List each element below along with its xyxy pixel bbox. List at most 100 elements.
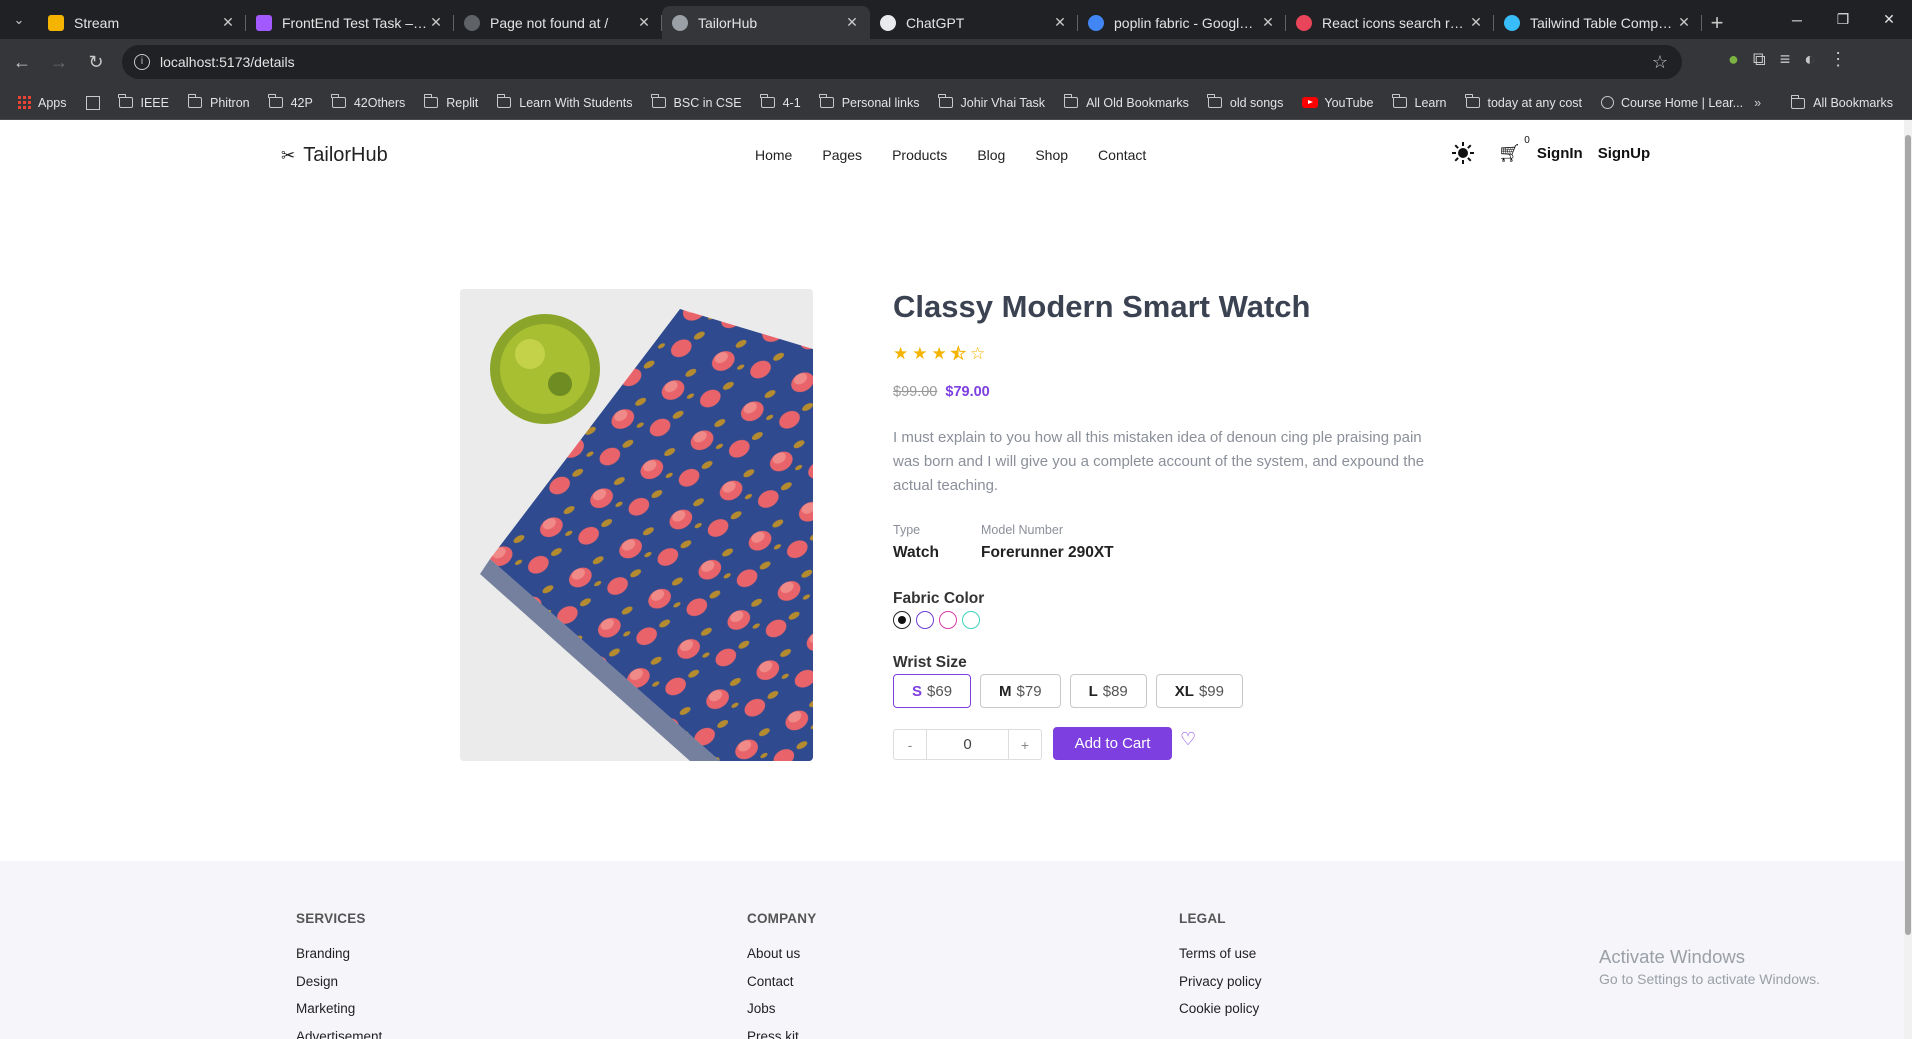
- browser-tab[interactable]: ChatGPT ✕: [870, 6, 1078, 39]
- menu-item-pages[interactable]: Pages: [822, 147, 862, 163]
- browser-tab[interactable]: Page not found at / ✕: [454, 6, 662, 39]
- color-swatch[interactable]: [962, 611, 980, 629]
- quantity-input[interactable]: 0: [927, 730, 1009, 759]
- footer-link[interactable]: Jobs: [747, 1001, 816, 1016]
- browser-tab[interactable]: Tailwind Table Componen ✕: [1494, 6, 1702, 39]
- footer-link[interactable]: Press kit: [747, 1029, 816, 1039]
- site-logo[interactable]: ✂ TailorHub: [281, 144, 388, 167]
- footer-link[interactable]: Advertisement: [296, 1029, 382, 1039]
- forward-icon[interactable]: →: [44, 48, 74, 78]
- browser-tab[interactable]: Stream ✕: [38, 6, 246, 39]
- footer-company: COMPANY About us Contact Jobs Press kit: [747, 911, 816, 1039]
- color-swatch[interactable]: [893, 611, 911, 629]
- bookmarks-overflow: » All Bookmarks: [1744, 86, 1912, 119]
- puzzle-icon[interactable]: ⧉: [1753, 49, 1766, 70]
- folder-icon: [118, 94, 133, 108]
- site-info-icon[interactable]: i: [134, 54, 150, 70]
- close-icon[interactable]: ✕: [1468, 14, 1484, 31]
- signup-link[interactable]: SignUp: [1598, 145, 1651, 162]
- extension-icon[interactable]: ●: [1728, 49, 1739, 70]
- menu-item-products[interactable]: Products: [892, 147, 947, 163]
- minimize-icon[interactable]: ─: [1774, 0, 1820, 39]
- close-icon[interactable]: ✕: [844, 14, 860, 31]
- menu-item-blog[interactable]: Blog: [977, 147, 1005, 163]
- size-option-l[interactable]: L $89: [1069, 674, 1147, 708]
- signin-link[interactable]: SignIn: [1537, 145, 1583, 162]
- browser-tab[interactable]: React icons search results✕: [1286, 6, 1494, 39]
- heart-icon[interactable]: ♡: [1180, 729, 1196, 750]
- browser-tab-strip: ⌄ Stream✕ FrontEnd Test Task – Figm✕ Pag…: [0, 0, 1912, 39]
- browser-tab[interactable]: FrontEnd Test Task – Figm✕: [246, 6, 454, 39]
- bookmark-item[interactable]: 42P: [268, 94, 313, 110]
- bookmark-item[interactable]: 4-1: [760, 94, 801, 110]
- color-swatch[interactable]: [939, 611, 957, 629]
- bookmark-item[interactable]: 42Others: [331, 94, 405, 110]
- cart-button[interactable]: 🛒︎ 0: [1498, 135, 1530, 164]
- close-icon[interactable]: ✕: [1676, 14, 1692, 31]
- add-to-cart-button[interactable]: Add to Cart: [1053, 727, 1172, 760]
- menu-item-contact[interactable]: Contact: [1098, 147, 1146, 163]
- footer-link[interactable]: Privacy policy: [1179, 974, 1262, 989]
- url-input[interactable]: i localhost:5173/details ☆: [122, 45, 1682, 79]
- tab-favicon: [880, 14, 896, 31]
- all-bookmarks-folder[interactable]: All Bookmarks: [1790, 94, 1893, 110]
- model-value: Forerunner 290XT: [981, 544, 1114, 561]
- bookmark-item[interactable]: Learn With Students: [496, 94, 633, 110]
- bookmark-item[interactable]: today at any cost: [1465, 94, 1582, 110]
- size-option-s[interactable]: S $69: [893, 674, 972, 708]
- footer-link[interactable]: About us: [747, 946, 816, 961]
- footer-link[interactable]: Cookie policy: [1179, 1001, 1262, 1016]
- footer-link[interactable]: Branding: [296, 946, 382, 961]
- bookmark-item[interactable]: Replit: [423, 94, 478, 110]
- bookmark-item[interactable]: All Old Bookmarks: [1063, 94, 1189, 110]
- tab-title: Tailwind Table Componen: [1530, 14, 1676, 31]
- bookmark-item[interactable]: old songs: [1207, 94, 1283, 110]
- media-icon[interactable]: ≡: [1780, 49, 1791, 70]
- color-swatch[interactable]: [916, 611, 934, 629]
- bookmark-apps[interactable]: Apps: [18, 96, 67, 110]
- menu-item-shop[interactable]: Shop: [1035, 147, 1068, 163]
- tab-search-button[interactable]: ⌄: [0, 0, 38, 39]
- profile-icon[interactable]: ◐: [1804, 49, 1815, 70]
- bookmark-item[interactable]: Learn: [1392, 94, 1447, 110]
- chevron-right-icon[interactable]: »: [1754, 96, 1761, 110]
- bookmark-item[interactable]: Phitron: [187, 94, 250, 110]
- scrollbar-thumb[interactable]: [1905, 135, 1911, 935]
- close-icon[interactable]: ✕: [220, 14, 236, 31]
- footer-link[interactable]: Contact: [747, 974, 816, 989]
- bookmark-item[interactable]: Personal links: [819, 94, 920, 110]
- browser-tab-active[interactable]: TailorHub ✕: [662, 6, 870, 39]
- increase-button[interactable]: +: [1009, 730, 1041, 759]
- reload-icon[interactable]: ↻: [81, 48, 111, 78]
- footer-link[interactable]: Design: [296, 974, 382, 989]
- bookmark-item[interactable]: Johir Vhai Task: [938, 94, 1045, 110]
- theme-toggle-sun-icon[interactable]: [1452, 142, 1474, 164]
- fabric-color-label: Fabric Color: [893, 590, 985, 607]
- size-option-xl[interactable]: XL $99: [1155, 674, 1243, 708]
- close-window-icon[interactable]: ✕: [1866, 0, 1912, 39]
- footer-link[interactable]: Terms of use: [1179, 946, 1262, 961]
- size-option-m[interactable]: M $79: [980, 674, 1061, 708]
- bookmark-item[interactable]: IEEE: [118, 94, 169, 110]
- close-icon[interactable]: ✕: [428, 14, 444, 31]
- folder-icon: [1465, 94, 1480, 108]
- browser-tab[interactable]: poplin fabric - Google Sea ✕: [1078, 6, 1286, 39]
- menu-icon[interactable]: ⋮: [1829, 49, 1847, 70]
- menu-item-home[interactable]: Home: [755, 147, 792, 163]
- decrease-button[interactable]: -: [894, 730, 927, 759]
- page-scrollbar[interactable]: [1904, 120, 1912, 1039]
- footer-link[interactable]: Marketing: [296, 1001, 382, 1016]
- close-icon[interactable]: ✕: [636, 14, 652, 31]
- close-icon[interactable]: ✕: [1052, 14, 1068, 31]
- back-icon[interactable]: ←: [7, 48, 37, 78]
- bookmark-item[interactable]: YouTube: [1302, 96, 1374, 110]
- close-icon[interactable]: ✕: [1260, 14, 1276, 31]
- tab-groups-icon[interactable]: [85, 95, 100, 110]
- bookmark-item[interactable]: BSC in CSE: [651, 94, 742, 110]
- folder-icon: [423, 94, 439, 108]
- bookmark-star-icon[interactable]: ☆: [1652, 52, 1668, 73]
- restore-icon[interactable]: ❐: [1820, 0, 1866, 39]
- new-tab-button[interactable]: +: [1702, 6, 1732, 39]
- bookmark-item[interactable]: Course Home | Lear...: [1601, 96, 1743, 110]
- star-half-icon: ★: [950, 344, 966, 364]
